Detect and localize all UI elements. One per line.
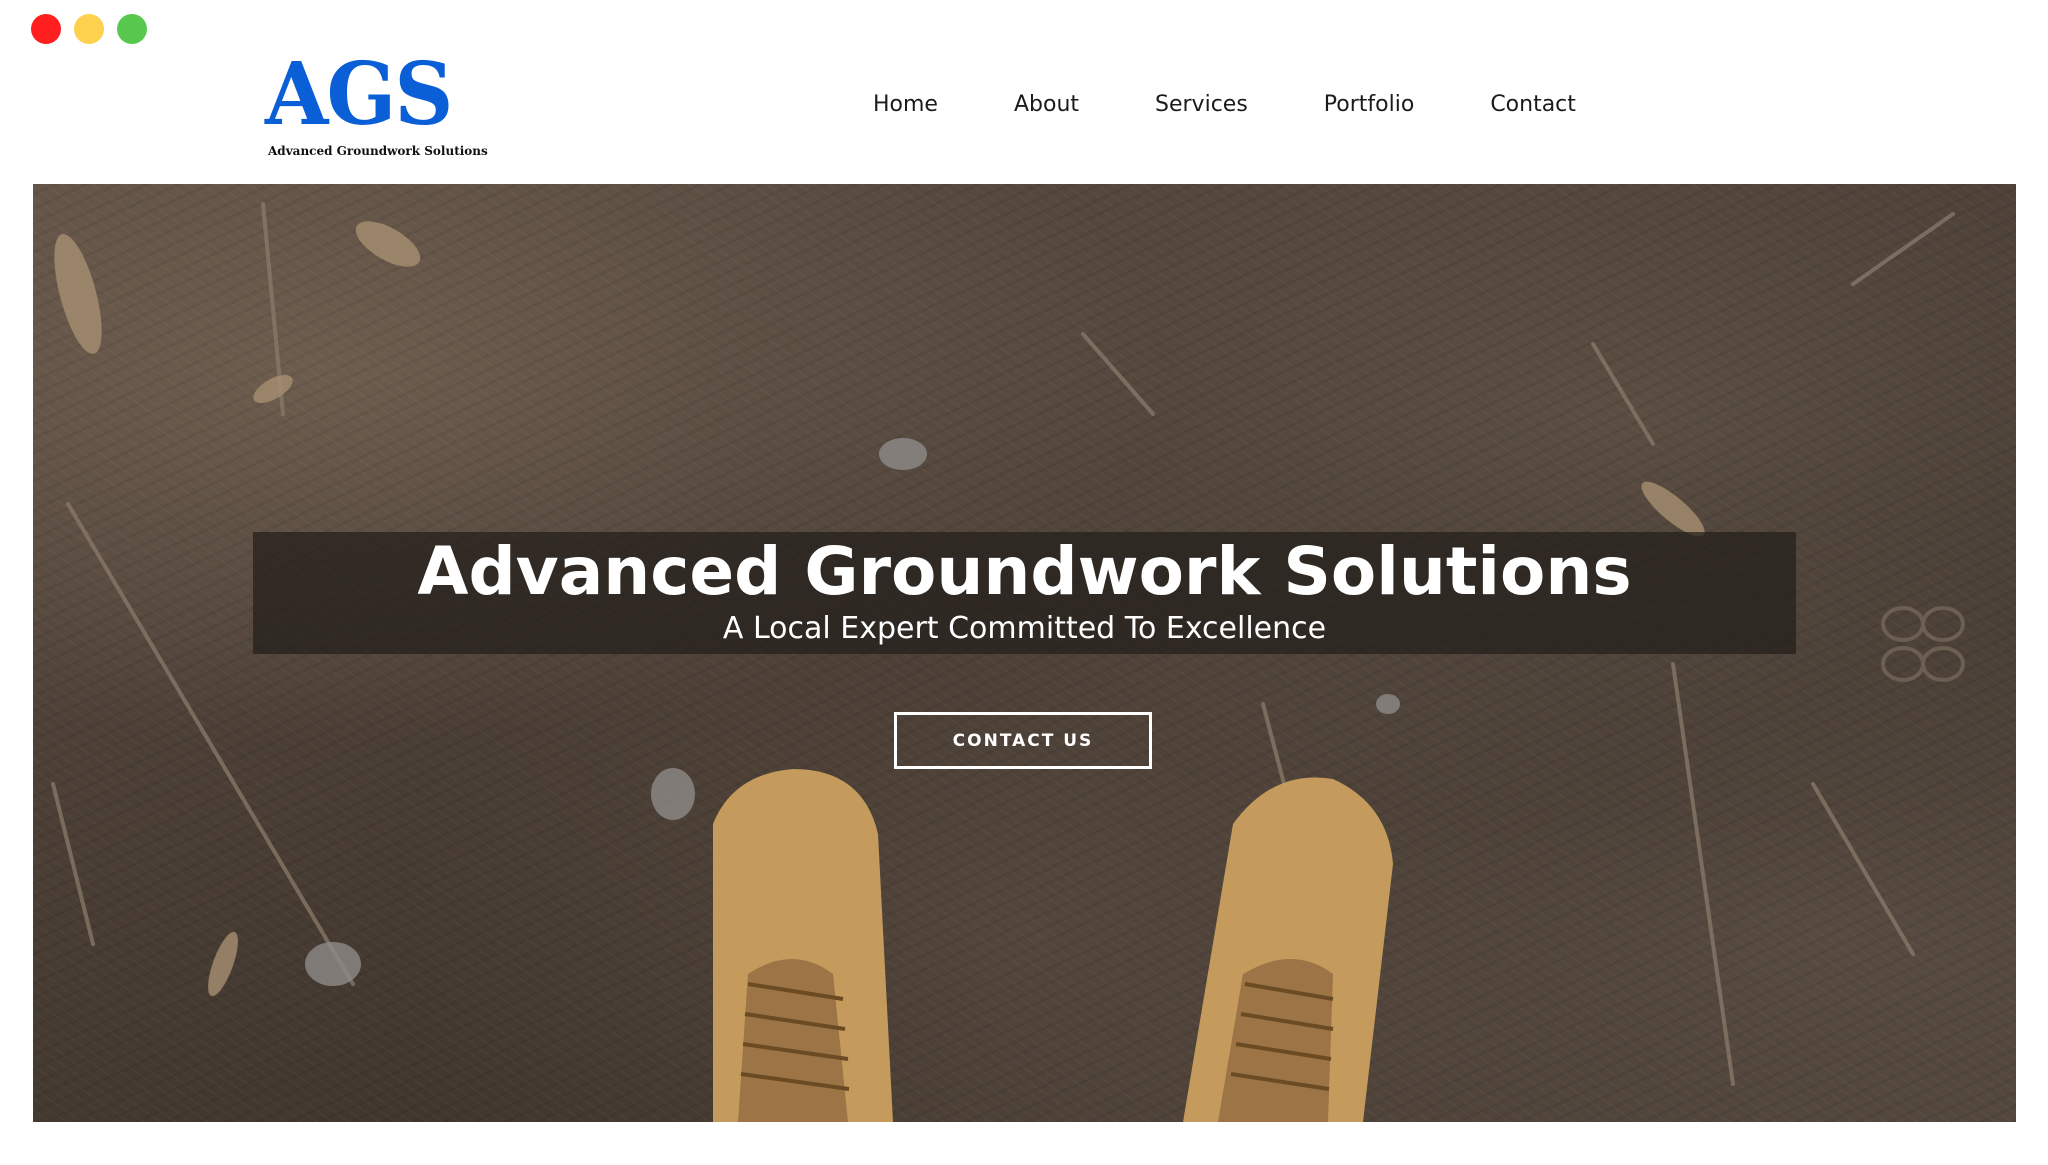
nav-item-portfolio[interactable]: Portfolio — [1324, 92, 1415, 117]
window-controls — [31, 14, 147, 44]
site-header: AGS Advanced Groundwork Solutions Home A… — [33, 44, 2016, 184]
nav-item-contact[interactable]: Contact — [1490, 92, 1576, 117]
right-boot-illustration — [1183, 777, 1393, 1122]
hero-section: Advanced Groundwork Solutions A Local Ex… — [33, 184, 2016, 1122]
hero-title: Advanced Groundwork Solutions — [417, 533, 1632, 610]
left-boot-illustration — [713, 769, 893, 1122]
site-logo[interactable]: AGS Advanced Groundwork Solutions — [265, 44, 488, 162]
browser-window: AGS Advanced Groundwork Solutions Home A… — [0, 0, 2048, 1165]
close-window-button[interactable] — [31, 14, 61, 44]
logo-tagline: Advanced Groundwork Solutions — [268, 144, 488, 158]
hero-subtitle: A Local Expert Committed To Excellence — [722, 611, 1327, 646]
logo-mark: AGS — [265, 44, 453, 145]
zoom-window-button[interactable] — [117, 14, 147, 44]
nav-item-home[interactable]: Home — [873, 92, 938, 117]
main-nav: Home About Services Portfolio Contact — [873, 92, 1576, 117]
nav-item-services[interactable]: Services — [1155, 92, 1248, 117]
nav-item-about[interactable]: About — [1014, 92, 1079, 117]
contact-us-button[interactable]: CONTACT US — [894, 712, 1152, 769]
minimize-window-button[interactable] — [74, 14, 104, 44]
